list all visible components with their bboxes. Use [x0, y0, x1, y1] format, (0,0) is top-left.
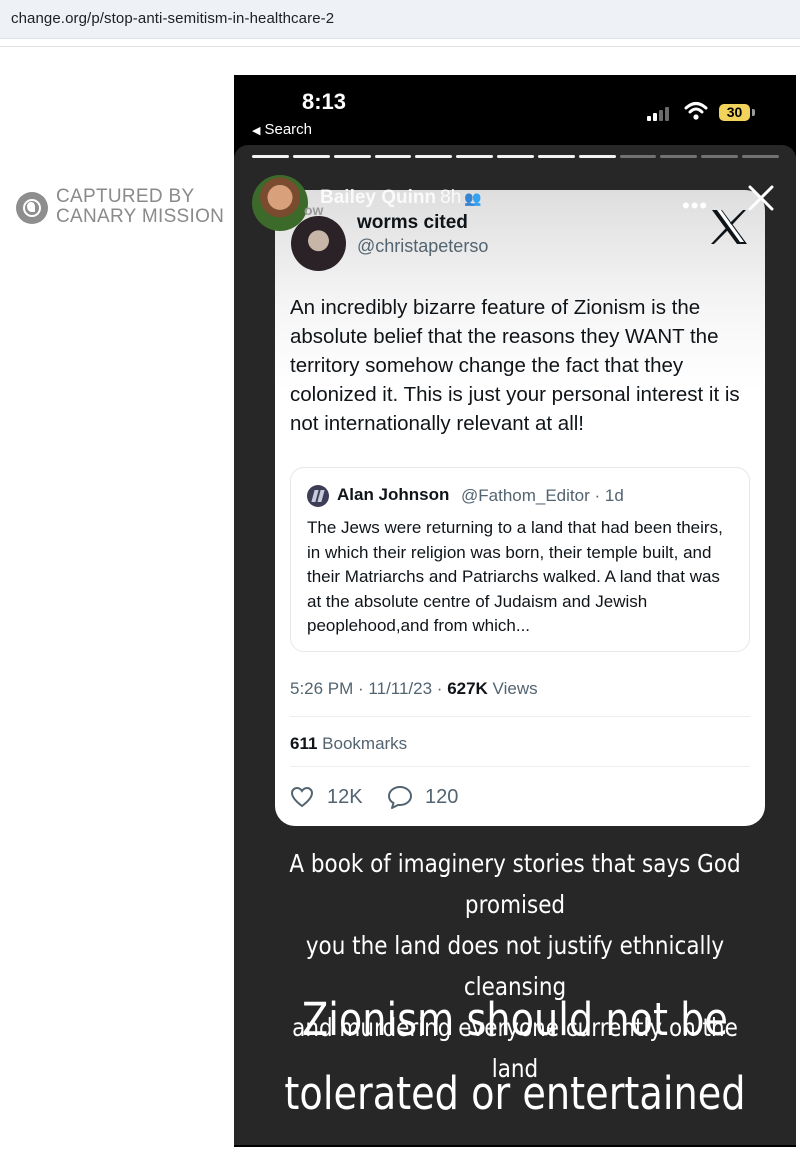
story-author-name[interactable]: Bailey Quinn 8h 👥 — [320, 187, 482, 209]
tweet-date: 5:26 PM · 11/11/23 · — [290, 679, 448, 698]
heart-icon — [290, 786, 314, 808]
progress-segment — [292, 155, 330, 158]
tweet-views-count: 627K — [447, 679, 488, 698]
wifi-icon — [684, 102, 708, 120]
progress-segment — [619, 155, 657, 158]
progress-segment — [497, 155, 534, 158]
story-progress-bar — [252, 155, 779, 158]
battery-icon: 30 — [719, 104, 750, 121]
close-icon[interactable] — [744, 181, 778, 215]
tweet-author-name: worms cited — [357, 212, 468, 233]
battery-tip — [752, 109, 755, 116]
progress-segment — [578, 155, 616, 158]
story-time: 8h — [440, 187, 462, 208]
watermark-line2: CANARY MISSION — [56, 206, 225, 227]
tweet-text: An incredibly bizarre feature of Zionism… — [290, 296, 740, 435]
canary-mission-watermark: CAPTURED BY CANARY MISSION — [16, 186, 231, 230]
quoted-author-name: Alan Johnson — [337, 485, 450, 504]
close-friends-icon: 👥 — [464, 190, 482, 206]
progress-segment — [742, 155, 779, 158]
more-options-button[interactable]: ••• — [682, 193, 708, 219]
caption-line: tolerated or entertained — [284, 1067, 746, 1120]
tweet-views-label: Views — [487, 679, 538, 698]
progress-segment — [333, 155, 371, 158]
divider — [290, 716, 750, 717]
progress-segment — [537, 155, 575, 158]
progress-segment — [456, 155, 494, 158]
reply-icon — [388, 786, 412, 809]
story-caption-large: Zionism should not be tolerated or enter… — [276, 983, 754, 1131]
progress-segment — [252, 155, 289, 158]
divider — [290, 766, 750, 767]
phone-screenshot: 8:13 ◀ Search 30 ow Bailey Quinn 8h 👥 ••• w… — [234, 75, 796, 1147]
fathom-avatar-icon — [307, 485, 329, 507]
divider — [0, 46, 800, 47]
quoted-tweet-text: The Jews were returning to a land that h… — [307, 518, 723, 635]
story-author-avatar[interactable] — [252, 175, 308, 231]
likes-count: 12K — [327, 786, 363, 808]
tweet-author-handle: @christapeterso — [357, 236, 489, 256]
story-viewer[interactable]: ow Bailey Quinn 8h 👥 ••• worms cited @chri… — [234, 145, 796, 1145]
url-text[interactable]: change.org/p/stop-anti-semitism-in-healt… — [11, 10, 334, 27]
bookmarks-count: 611 — [290, 734, 318, 753]
username-text: Bailey Quinn — [320, 187, 437, 208]
status-time: 8:13 — [302, 89, 347, 114]
caption-line: A book of imaginery stories that says Go… — [289, 849, 741, 919]
tweet-timestamp: 5:26 PM · 11/11/23 · 627K Views — [290, 679, 538, 699]
canary-logo-icon — [16, 192, 48, 224]
back-arrow-icon: ◀ — [252, 125, 261, 137]
quoted-tweet: Alan Johnson @Fathom_Editor · 1d The Jew… — [290, 467, 750, 652]
progress-segment — [701, 155, 739, 158]
address-bar[interactable]: change.org/p/stop-anti-semitism-in-healt… — [0, 0, 800, 39]
back-label: Search — [264, 121, 312, 138]
progress-segment — [415, 155, 453, 158]
quoted-author-meta: @Fathom_Editor · 1d — [461, 486, 624, 505]
tweet-bookmarks: 611 Bookmarks — [290, 734, 407, 754]
progress-segment — [660, 155, 698, 158]
back-to-search-link[interactable]: ◀ Search — [252, 121, 312, 138]
tweet-author-avatar — [291, 216, 346, 271]
progress-segment — [374, 155, 412, 158]
bookmarks-label: Bookmarks — [317, 734, 408, 753]
x-logo-icon — [711, 210, 747, 244]
watermark-line1: CAPTURED BY — [56, 186, 195, 207]
embedded-tweet-card: worms cited @christapeterso An incredibl… — [275, 190, 765, 826]
signal-icon — [647, 105, 673, 121]
caption-line: Zionism should not be — [302, 993, 728, 1046]
replies-count: 120 — [425, 786, 459, 808]
